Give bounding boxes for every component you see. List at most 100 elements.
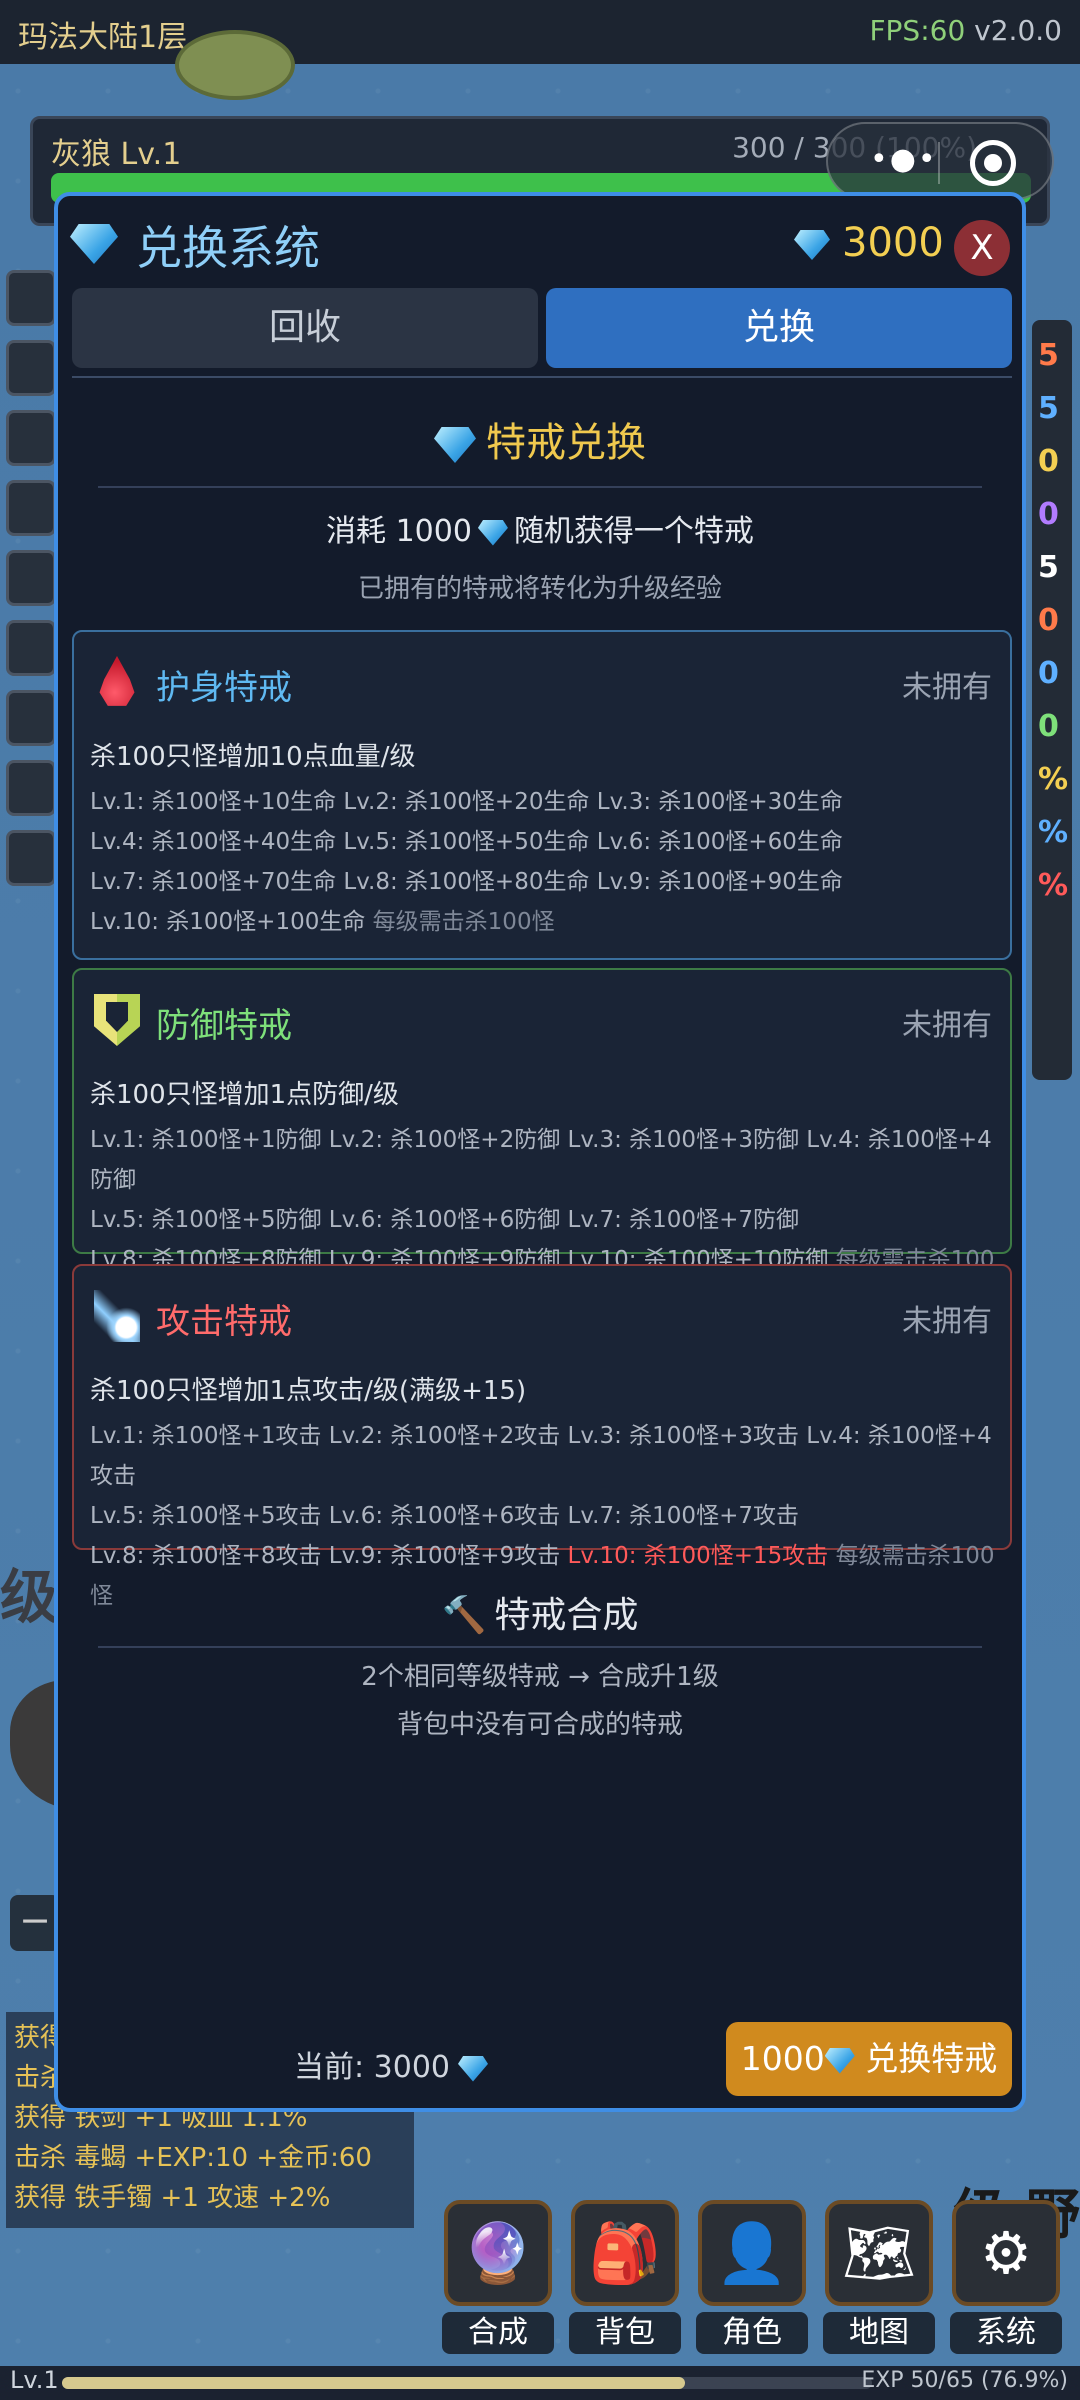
nav-item-2[interactable]: 👤 角色 [694, 2196, 810, 2354]
stat-value: 5 [1038, 391, 1059, 426]
redeem-label: 兑换特戒 [865, 2039, 998, 2078]
side-button[interactable] [6, 340, 56, 396]
level-line: Lv.7: 杀100怪+70生命 Lv.8: 杀100怪+80生命 Lv.9: … [90, 869, 843, 895]
forge-divider [98, 1646, 982, 1648]
level-line: Lv.1: 杀100怪+1攻击 Lv.2: 杀100怪+2攻击 Lv.3: 杀1… [90, 1423, 992, 1489]
side-button[interactable] [6, 410, 56, 466]
side-button[interactable] [6, 690, 56, 746]
nav-item-3[interactable]: 🗺 地图 [821, 2196, 937, 2354]
ring-levels: Lv.1: 杀100怪+10生命 Lv.2: 杀100怪+20生命 Lv.3: … [90, 782, 1010, 942]
left-side-menu [6, 270, 60, 1250]
level-line: Lv.8: 杀100怪+8攻击 Lv.9: 杀100怪+9攻击 [90, 1543, 561, 1569]
ring-summary: 杀100只怪增加10点血量/级 [90, 742, 416, 772]
stat-value: 0 [1038, 603, 1059, 638]
diamond-icon [434, 427, 476, 463]
ring-exchange-heading: 特戒兑换 [58, 410, 1022, 468]
exchange-note: 已拥有的特戒将转化为升级经验 [357, 574, 722, 604]
stat-value: 0 [1038, 709, 1059, 744]
nav-label: 背包 [569, 2312, 681, 2354]
diamond-icon [458, 2055, 488, 2082]
ring-summary: 杀100只怪增加1点攻击/级(满级+15) [90, 1376, 527, 1406]
section-title-text: 特戒兑换 [486, 420, 646, 466]
nav-item-4[interactable]: ⚙ 系统 [948, 2196, 1064, 2354]
side-button[interactable] [6, 760, 56, 816]
ring-summary: 杀100只怪增加1点防御/级 [90, 1080, 399, 1110]
level-line: Lv.5: 杀100怪+5防御 Lv.6: 杀100怪+6防御 Lv.7: 杀1… [90, 1207, 799, 1233]
zoom-out-button[interactable]: − [10, 1895, 60, 1951]
player-level: Lv.1 [10, 2366, 59, 2394]
ring-forge-heading: 🔨 特戒合成 [58, 1586, 1022, 1638]
tab-recycle[interactable]: 回收 [72, 288, 538, 368]
section-divider [98, 486, 982, 488]
level-line: Lv.10: 杀100怪+100生命 [90, 909, 366, 935]
level-hint: 每级需击杀100怪 [372, 909, 555, 935]
ring-status: 未拥有 [902, 670, 992, 705]
modal-tabs: 回收 兑换 [72, 288, 1012, 370]
map-name: 玛法大陆1层 [18, 20, 188, 55]
stat-value: 0 [1038, 444, 1059, 479]
level-line: Lv.5: 杀100怪+5攻击 Lv.6: 杀100怪+6攻击 Lv.7: 杀1… [90, 1503, 799, 1529]
diamond-icon [794, 230, 830, 260]
side-button[interactable] [6, 620, 56, 676]
top-status-bar: 玛法大陆1层 FPS:60 v2.0.0 [0, 0, 1080, 64]
nav-label: 地图 [823, 2312, 935, 2354]
blood-drop-icon [99, 656, 135, 706]
ring-card-defense[interactable]: 防御特戒 未拥有 杀100只怪增加1点防御/级 Lv.1: 杀100怪+1防御 … [72, 968, 1012, 1313]
ring-name: 护身特戒 [156, 668, 292, 708]
character-icon: 👤 [698, 2200, 806, 2306]
close-button[interactable]: X [954, 220, 1010, 276]
level-line: Lv.4: 杀100怪+40生命 Lv.5: 杀100怪+50生命 Lv.6: … [90, 829, 843, 855]
forge-empty: 背包中没有可合成的特戒 [396, 1710, 683, 1740]
modal-header: 兑换系统 3000 X [58, 196, 1022, 288]
hammer-icon: 🔨 [441, 1595, 487, 1636]
cost-prefix: 消耗 1000 [326, 514, 472, 549]
exp-track [62, 2377, 872, 2389]
nav-item-0[interactable]: 🔮 合成 [440, 2196, 556, 2354]
log-line: 击杀 毒蝎 +EXP:10 +金币:60 [14, 2143, 372, 2173]
redeem-cost: 1000 [740, 2039, 825, 2078]
side-button[interactable] [6, 830, 56, 886]
nav-item-1[interactable]: 🎒 背包 [567, 2196, 683, 2354]
crystal-ball-icon: 🔮 [444, 2200, 552, 2306]
diamond-icon [70, 224, 118, 264]
map-icon: 🗺 [825, 2200, 933, 2306]
nav-label: 合成 [442, 2312, 554, 2354]
log-line: 获得 铁手镯 +1 攻速 +2% [14, 2183, 331, 2213]
forge-title-text: 特戒合成 [494, 1595, 639, 1636]
stat-value: 5 [1038, 550, 1059, 585]
forge-desc: 2个相同等级特戒 → 合成升1级 [361, 1662, 719, 1692]
side-button[interactable] [6, 480, 56, 536]
side-button[interactable] [6, 550, 56, 606]
exchange-modal: 兑换系统 3000 X 回收 兑换 特戒兑换 消耗 1000 随机获得一个特戒 已… [54, 192, 1026, 2112]
miniprogram-capsule[interactable]: •●• [826, 122, 1054, 200]
stat-value: % [1038, 762, 1069, 797]
record-icon[interactable] [970, 140, 1016, 186]
diamond-icon [824, 2047, 855, 2074]
side-button[interactable] [6, 270, 56, 326]
exp-bar: Lv.1 EXP 50/65 (76.9%) [0, 2366, 1080, 2400]
ring-name: 防御特戒 [156, 1006, 292, 1046]
stat-value: 0 [1038, 656, 1059, 691]
level-highlight: Lv.10: 杀100怪+15攻击 [567, 1543, 829, 1569]
stat-value: 0 [1038, 497, 1059, 532]
more-dots-icon[interactable]: •●• [870, 142, 938, 177]
level-line: Lv.1: 杀100怪+1防御 Lv.2: 杀100怪+2防御 Lv.3: 杀1… [90, 1127, 992, 1193]
bottom-nav: 🔮 合成 🎒 背包 👤 角色 🗺 地图 ⚙ 系统 [440, 2196, 1080, 2354]
stat-value: 5 [1038, 338, 1059, 373]
gear-icon: ⚙ [952, 2200, 1060, 2306]
ring-card-protect[interactable]: 护身特戒 未拥有 杀100只怪增加10点血量/级 Lv.1: 杀100怪+10生… [72, 630, 1012, 960]
current-gems: 当前: 3000 [294, 2042, 488, 2086]
ring-card-attack[interactable]: 攻击特戒 未拥有 杀100只怪增加1点攻击/级(满级+15) Lv.1: 杀10… [72, 1264, 1012, 1609]
modal-title: 兑换系统 [136, 221, 320, 275]
enemy-name: 灰狼 Lv.1 [51, 137, 182, 172]
version-label: v2.0.0 [974, 14, 1062, 47]
stat-value: % [1038, 868, 1069, 903]
fps-counter: FPS:60 [869, 14, 966, 47]
nav-label: 角色 [696, 2312, 808, 2354]
redeem-ring-button[interactable]: 1000 兑换特戒 [726, 2022, 1012, 2096]
tab-exchange[interactable]: 兑换 [546, 288, 1012, 368]
ring-status: 未拥有 [902, 1304, 992, 1339]
backpack-icon: 🎒 [571, 2200, 679, 2306]
exp-fill [62, 2377, 685, 2389]
nav-label: 系统 [950, 2312, 1062, 2354]
